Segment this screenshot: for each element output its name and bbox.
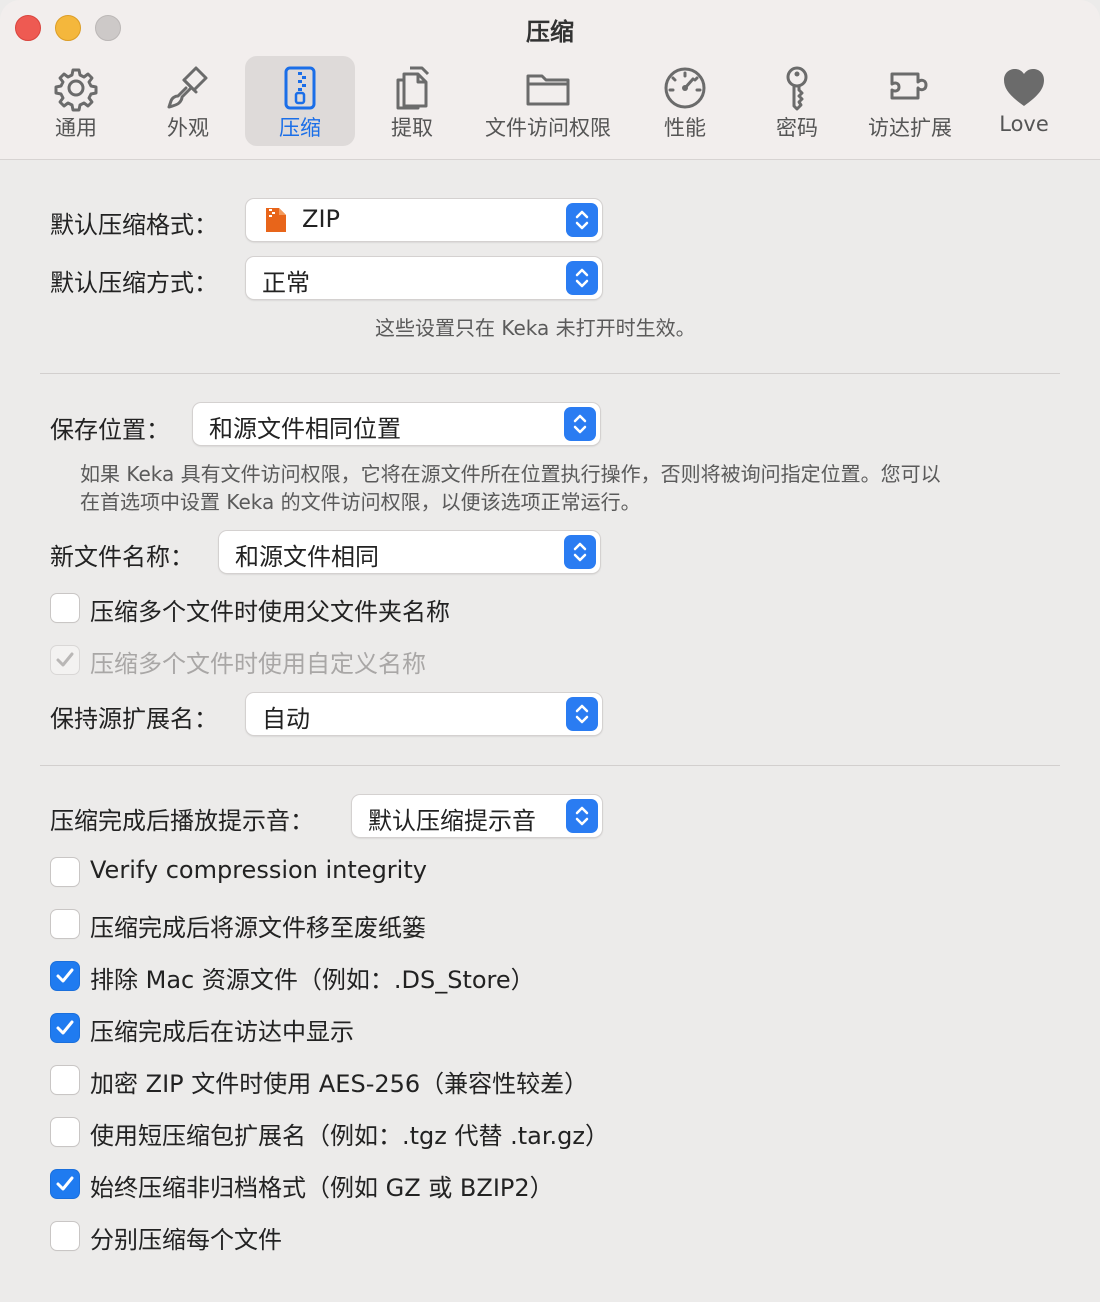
divider [40,765,1060,766]
save-location-note-line1: 如果 Keka 具有文件访问权限，它将在源文件所在位置执行操作，否则将被询问指定… [80,462,941,486]
popup-value: 和源文件相同位置 [209,415,401,443]
save-location-popup[interactable]: 和源文件相同位置 [193,403,600,445]
use-custom-name-label: 压缩多个文件时使用自定义名称 [90,650,426,678]
chevron-updown-icon [566,697,598,731]
popup-value: 和源文件相同 [235,543,379,571]
save-location-label: 保存位置： [50,416,170,444]
default-method-label: 默认压缩方式： [50,269,218,297]
option-checkbox[interactable] [51,962,79,990]
option-label: 压缩完成后在访达中显示 [90,1018,354,1046]
tab-love[interactable]: Love [969,56,1079,146]
default-format-popup[interactable]: ZIP [246,199,602,241]
default-method-popup[interactable]: 正常 [246,257,602,299]
checkmark-icon [56,968,74,983]
paintbrush-icon [167,66,208,109]
option-label: 分别压缩每个文件 [90,1226,282,1254]
option-checkbox[interactable] [51,910,79,938]
default-format-label: 默认压缩格式： [50,211,218,239]
checkmark-icon [56,1176,74,1191]
popup-value: 正常 [262,269,310,297]
option-label: 压缩完成后将源文件移至废纸篓 [90,914,426,942]
option-label: Verify compression integrity [90,856,427,884]
option-checkbox[interactable] [51,1118,79,1146]
use-parent-folder-label: 压缩多个文件时使用父文件夹名称 [90,598,450,626]
option-label: 排除 Mac 资源文件（例如：.DS_Store） [90,966,535,994]
checkmark-icon [56,1020,74,1035]
key-icon [786,66,808,111]
use-parent-folder-checkbox[interactable] [51,594,79,622]
zip-file-icon [266,208,286,232]
popup-value: ZIP [302,205,340,233]
chevron-updown-icon [566,261,598,295]
zip-icon [284,66,316,110]
popup-value: 自动 [262,705,310,733]
option-label: 加密 ZIP 文件时使用 AES-256（兼容性较差） [90,1070,589,1098]
gauge-icon [664,67,706,109]
option-checkbox[interactable] [51,1170,79,1198]
option-label: 始终压缩非归档格式（例如 GZ 或 BZIP2） [90,1174,554,1202]
puzzle-icon [890,72,928,100]
preferences-window: 压缩 通用 外观 压缩 提取 文件访问权限 性能 密码 访达扩展 Love 默认… [0,0,1100,1302]
keep-extension-label: 保持源扩展名： [50,705,218,733]
option-label: 使用短压缩包扩展名（例如：.tgz 代替 .tar.gz） [90,1122,609,1150]
completion-sound-label: 压缩完成后播放提示音： [50,807,314,835]
checkmark-icon [56,652,74,667]
save-location-note-line2: 在首选项中设置 Keka 的文件访问权限，以便该选项正常运行。 [80,490,641,514]
window-title: 压缩 [526,18,574,46]
tab-label: Love [999,112,1049,136]
chevron-updown-icon [564,535,596,569]
chevron-updown-icon [566,203,598,237]
chevron-updown-icon [564,407,596,441]
tab-file-access[interactable]: 文件访问权限 [485,56,611,146]
documents-icon [396,66,430,110]
popup-value: 默认压缩提示音 [368,807,536,835]
keep-extension-popup[interactable]: 自动 [246,693,602,735]
option-checkbox[interactable] [51,1014,79,1042]
divider [40,373,1060,374]
gear-icon [54,68,98,112]
completion-sound-popup[interactable]: 默认压缩提示音 [352,795,602,837]
chevron-updown-icon [566,799,598,833]
defaults-note: 这些设置只在 Keka 未打开时生效。 [375,316,696,340]
new-file-name-label: 新文件名称： [50,543,194,571]
use-custom-name-checkbox[interactable] [51,646,79,674]
folder-icon [526,74,570,106]
option-checkbox[interactable] [51,858,79,886]
tab-extract[interactable]: 提取 [357,56,467,146]
option-checkbox[interactable] [51,1222,79,1250]
option-checkbox[interactable] [51,1066,79,1094]
heart-icon [1004,69,1044,106]
new-file-name-popup[interactable]: 和源文件相同 [219,531,600,573]
toolbar: 压缩 通用 外观 压缩 提取 文件访问权限 性能 密码 访达扩展 Love [0,0,1100,160]
